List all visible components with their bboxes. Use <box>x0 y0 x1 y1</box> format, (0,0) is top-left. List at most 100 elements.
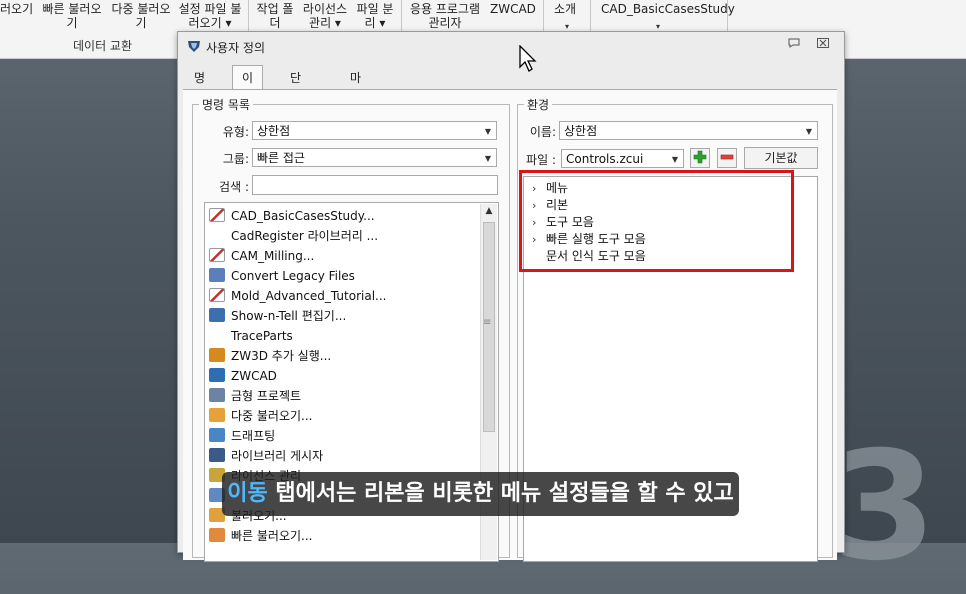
blank-icon <box>209 328 225 342</box>
ribbon-cad-basic-button[interactable]: CAD_BasicCasesStudy <box>601 2 735 16</box>
ribbon-work-folder-button[interactable]: 작업 폴 더 <box>253 2 297 30</box>
command-list-item[interactable]: TraceParts <box>209 326 293 346</box>
command-list-item[interactable]: Convert Legacy Files <box>209 266 355 286</box>
zw3d-icon <box>209 348 225 362</box>
ribbon-about-button[interactable]: 소개 <box>554 2 576 16</box>
command-list-item[interactable]: Mold_Advanced_Tutorial... <box>209 286 386 306</box>
search-input[interactable] <box>252 175 498 195</box>
ribbon-group-label: 데이터 교환 <box>73 39 133 53</box>
chevron-down-icon: ▼ <box>805 127 812 136</box>
command-list-item-label: CadRegister 라이브러리 ... <box>231 229 379 243</box>
quick-open-icon <box>209 528 225 542</box>
pdf-icon <box>209 288 225 302</box>
command-list-item[interactable]: CAM_Milling... <box>209 246 314 266</box>
command-list-item[interactable]: 드래프팅 <box>209 426 275 446</box>
command-list-item[interactable]: 금형 프로젝트 <box>209 386 301 406</box>
plus-icon <box>693 150 707 164</box>
chevron-down-icon: ▼ <box>484 154 491 163</box>
command-list-item[interactable]: ZW3D 추가 실행... <box>209 346 331 366</box>
file-dropdown-value: Controls.zcui <box>566 152 644 166</box>
name-label: 이름: <box>529 125 556 139</box>
group-dropdown[interactable]: 빠른 접근 ▼ <box>252 148 497 167</box>
ribbon-quick-open-button[interactable]: 빠른 불러오 기 <box>40 2 104 30</box>
add-file-button[interactable] <box>690 148 710 168</box>
scroll-up-icon[interactable]: ▲ <box>481 206 497 216</box>
blank-icon <box>209 228 225 242</box>
command-list-item-label: CAM_Milling... <box>231 249 315 263</box>
file-dropdown[interactable]: Controls.zcui ▼ <box>561 149 684 168</box>
command-list-item-label: CAD_BasicCasesStudy... <box>231 209 375 223</box>
command-list-item-label: Convert Legacy Files <box>231 269 355 283</box>
file-label: 파일 : <box>526 153 556 167</box>
type-label: 유형: <box>222 125 249 139</box>
mouse-cursor-icon <box>519 45 537 72</box>
chevron-down-icon: ▼ <box>671 155 678 164</box>
pdf-icon <box>209 208 225 222</box>
command-list-legend: 명령 목록 <box>202 98 250 112</box>
command-list-item-label: ZW3D 추가 실행... <box>231 349 332 363</box>
mold-project-icon <box>209 388 225 402</box>
zwcad-icon <box>209 368 225 382</box>
help-icon[interactable] <box>786 37 802 53</box>
remove-file-button[interactable] <box>717 148 737 168</box>
ribbon-separator <box>590 0 591 34</box>
type-dropdown[interactable]: 상한점 ▼ <box>252 121 497 140</box>
command-list-item[interactable]: 라이브러리 게시자 <box>209 446 323 466</box>
ribbon-cad-basic-caret: ▾ <box>656 22 661 31</box>
multi-open-icon <box>209 408 225 422</box>
command-list-item[interactable]: CAD_BasicCasesStudy... <box>209 206 375 226</box>
ribbon-zwcad-button[interactable]: ZWCAD <box>490 2 536 16</box>
ribbon-separator <box>401 0 402 34</box>
background-logo: 3 <box>832 420 936 594</box>
convert-icon <box>209 268 225 282</box>
type-dropdown-value: 상한점 <box>257 124 291 138</box>
ribbon-load-settings-button[interactable]: 설정 파일 불 러오기 ▾ <box>177 2 243 30</box>
default-button[interactable]: 기본값 <box>744 147 818 169</box>
tab-mouse[interactable]: 마우스 <box>350 68 361 125</box>
ribbon-separator <box>543 0 544 34</box>
command-list-item[interactable]: 다중 불러오기... <box>209 406 313 426</box>
highlight-box <box>519 170 794 272</box>
ribbon-multi-open-button[interactable]: 다중 불러오 기 <box>107 2 175 30</box>
command-list-item-label: 다중 불러오기... <box>231 409 313 423</box>
group-label: 그룹: <box>222 152 249 166</box>
command-list-item-label: 라이브러리 게시자 <box>231 449 324 463</box>
caption-highlight: 이동 <box>227 481 268 506</box>
tab-shortcuts[interactable]: 단축키 <box>290 68 301 125</box>
name-dropdown[interactable]: 상한점 ▼ <box>559 121 818 140</box>
command-list-item-label: 금형 프로젝트 <box>231 389 302 403</box>
drafting-icon <box>209 428 225 442</box>
dialog-title: 사용자 정의 <box>206 41 266 55</box>
command-list-item[interactable]: CadRegister 라이브러리 ... <box>209 226 378 246</box>
ribbon-app-manager-button[interactable]: 응용 프로그램 관리자 <box>405 2 485 30</box>
command-list-item-label: ZWCAD <box>231 369 277 383</box>
tab-transfer[interactable]: 이동 <box>232 65 264 109</box>
ribbon-separator <box>727 0 728 34</box>
name-dropdown-value: 상한점 <box>564 124 598 138</box>
chevron-down-icon: ▼ <box>484 127 491 136</box>
tab-commands[interactable]: 명령 <box>194 68 205 105</box>
command-list-item[interactable]: Show-n-Tell 편집기... <box>209 306 346 326</box>
environment-legend: 환경 <box>527 98 550 112</box>
shownt-icon <box>209 308 225 322</box>
ribbon-file-split-button[interactable]: 파일 분 리 ▾ <box>353 2 397 30</box>
dialog-titlebar[interactable]: 사용자 정의 <box>178 32 844 60</box>
app-icon <box>188 41 200 52</box>
minus-icon <box>720 154 734 160</box>
library-publisher-icon <box>209 448 225 462</box>
command-list-item-label: TraceParts <box>231 329 293 343</box>
command-list-item-label: 빠른 불러오기... <box>231 529 313 543</box>
ribbon-separator <box>248 0 249 34</box>
ribbon-open-button[interactable]: 러오기 <box>0 2 33 16</box>
search-label: 검색 : <box>219 180 249 194</box>
caption-text: 탭에서는 리본을 비롯한 메뉴 설정들을 할 수 있고 <box>267 481 734 506</box>
ribbon-license-button[interactable]: 라이선스 관리 ▾ <box>299 2 351 30</box>
command-list-item-label: Mold_Advanced_Tutorial... <box>231 289 387 303</box>
command-list-item[interactable]: 빠른 불러오기... <box>209 526 313 546</box>
command-list-item[interactable]: ZWCAD <box>209 366 277 386</box>
pdf-icon <box>209 248 225 262</box>
ribbon-about-caret: ▾ <box>565 22 570 31</box>
close-icon[interactable] <box>815 37 831 53</box>
command-list-item-label: Show-n-Tell 편집기... <box>231 309 347 323</box>
group-dropdown-value: 빠른 접근 <box>257 151 305 165</box>
